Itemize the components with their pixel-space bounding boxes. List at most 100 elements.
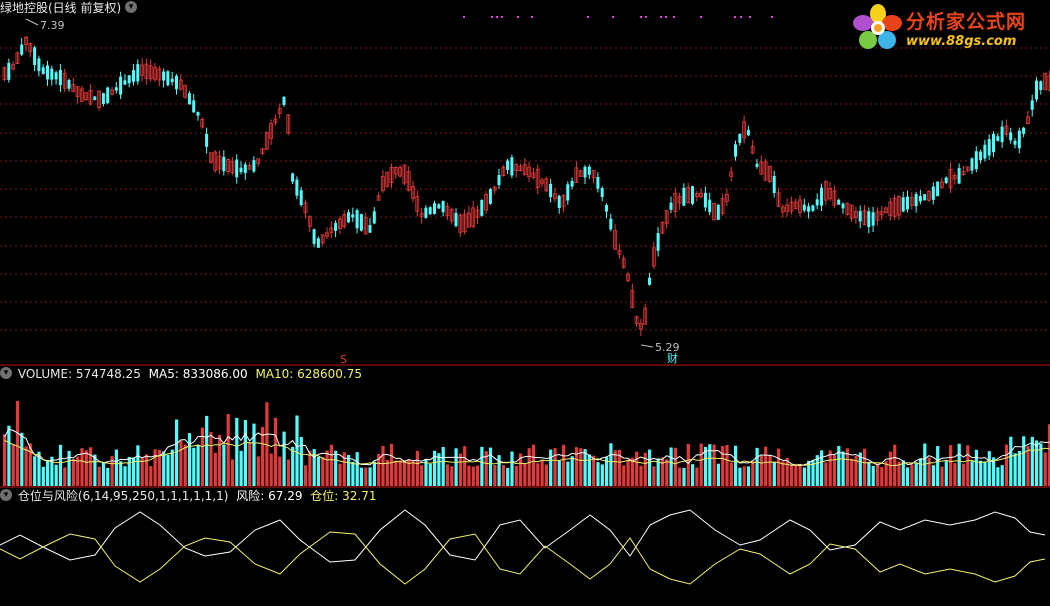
candle-body[interactable]: [906, 196, 909, 210]
volume-bar[interactable]: [261, 427, 265, 486]
volume-bars[interactable]: [3, 400, 1050, 486]
volume-bar[interactable]: [983, 461, 987, 486]
volume-bar[interactable]: [562, 444, 566, 486]
candle-body[interactable]: [46, 65, 49, 80]
volume-bar[interactable]: [153, 449, 157, 486]
volume-bar[interactable]: [871, 465, 875, 486]
candle-body[interactable]: [58, 69, 62, 86]
volume-bar[interactable]: [497, 455, 501, 486]
volume-bar[interactable]: [927, 457, 931, 486]
volume-bar[interactable]: [510, 451, 514, 486]
candle-body[interactable]: [648, 277, 651, 285]
candle-body[interactable]: [596, 176, 600, 189]
candle-body[interactable]: [1039, 81, 1043, 90]
candle-body[interactable]: [488, 189, 492, 204]
candle-body[interactable]: [510, 157, 514, 176]
volume-bar[interactable]: [514, 465, 518, 486]
candle-body[interactable]: [708, 199, 712, 213]
candle-body[interactable]: [820, 187, 823, 206]
candle-body[interactable]: [931, 186, 935, 200]
volume-bar[interactable]: [974, 449, 978, 486]
candle-body[interactable]: [359, 214, 363, 231]
volume-bar[interactable]: [269, 453, 273, 486]
volume-bar[interactable]: [144, 454, 149, 486]
candle-body[interactable]: [566, 184, 570, 201]
volume-bar[interactable]: [398, 460, 402, 486]
candle-body[interactable]: [682, 187, 686, 206]
volume-bar[interactable]: [420, 465, 424, 486]
volume-bar[interactable]: [600, 464, 604, 486]
volume-bar[interactable]: [230, 459, 235, 486]
volume-bar[interactable]: [329, 444, 333, 486]
candle-body[interactable]: [600, 188, 604, 198]
stock-chart-canvas[interactable]: 7.39 5.29 S 财: [0, 0, 1050, 606]
volume-bar[interactable]: [7, 425, 11, 486]
volume-bar[interactable]: [931, 465, 935, 486]
candle-body[interactable]: [67, 80, 71, 89]
volume-bar[interactable]: [673, 447, 677, 486]
candle-body[interactable]: [867, 211, 871, 227]
volume-bar[interactable]: [1004, 444, 1009, 486]
volume-bar[interactable]: [183, 444, 187, 486]
volume-bar[interactable]: [957, 443, 961, 486]
candle-body[interactable]: [669, 202, 673, 210]
candle-body[interactable]: [437, 204, 441, 209]
volume-bar[interactable]: [243, 419, 247, 486]
volume-bar[interactable]: [949, 445, 953, 486]
volume-bar[interactable]: [906, 467, 910, 486]
volume-bar[interactable]: [820, 450, 824, 486]
volume-bar[interactable]: [226, 413, 230, 486]
candle-body[interactable]: [54, 72, 58, 80]
volume-bar[interactable]: [536, 463, 540, 486]
candle-body[interactable]: [957, 168, 961, 184]
volume-bar[interactable]: [1009, 436, 1013, 486]
volume-bar[interactable]: [106, 467, 110, 486]
volume-bar[interactable]: [351, 461, 355, 486]
volume-bar[interactable]: [381, 445, 385, 486]
volume-bar[interactable]: [170, 449, 174, 486]
volume-bar[interactable]: [665, 459, 669, 486]
candle-body[interactable]: [1017, 130, 1021, 149]
volume-bar[interactable]: [187, 433, 192, 486]
volume-bar[interactable]: [583, 449, 587, 486]
volume-bar[interactable]: [304, 465, 308, 486]
volume-bar[interactable]: [918, 458, 923, 486]
candle-body[interactable]: [351, 214, 355, 218]
candle-body[interactable]: [433, 203, 436, 214]
candle-body[interactable]: [424, 207, 428, 218]
candle-body[interactable]: [132, 70, 135, 82]
volume-bar[interactable]: [910, 464, 914, 486]
volume-bar[interactable]: [531, 444, 536, 486]
volume-bar[interactable]: [729, 462, 733, 486]
candle-body[interactable]: [441, 201, 445, 213]
volume-bar[interactable]: [686, 443, 690, 486]
volume-bar[interactable]: [119, 461, 123, 486]
volume-bar[interactable]: [338, 463, 342, 486]
candle-body[interactable]: [970, 158, 974, 171]
candle-body[interactable]: [334, 223, 338, 231]
candle-body[interactable]: [295, 179, 299, 196]
candle-body[interactable]: [222, 156, 226, 172]
candle-body[interactable]: [175, 75, 178, 90]
candle-body[interactable]: [996, 136, 1000, 142]
volume-bar[interactable]: [613, 450, 617, 486]
chevron-down-icon[interactable]: ▾: [0, 489, 12, 501]
candle-body[interactable]: [587, 166, 591, 175]
volume-bar[interactable]: [175, 419, 179, 486]
candle-body[interactable]: [114, 87, 118, 91]
volume-bar[interactable]: [764, 446, 768, 486]
volume-bar[interactable]: [213, 452, 217, 486]
volume-bar[interactable]: [940, 466, 944, 486]
volume-bar[interactable]: [944, 461, 948, 486]
candle-body[interactable]: [291, 173, 295, 182]
candle-body[interactable]: [901, 197, 905, 212]
volume-bar[interactable]: [660, 457, 665, 486]
volume-bar[interactable]: [592, 455, 596, 486]
volume-bar[interactable]: [24, 446, 28, 486]
volume-bar[interactable]: [437, 453, 441, 486]
volume-bar[interactable]: [1000, 465, 1004, 486]
volume-bar[interactable]: [368, 467, 372, 486]
candle-body[interactable]: [1022, 127, 1026, 134]
candle-body[interactable]: [368, 225, 372, 233]
volume-bar[interactable]: [789, 464, 794, 486]
